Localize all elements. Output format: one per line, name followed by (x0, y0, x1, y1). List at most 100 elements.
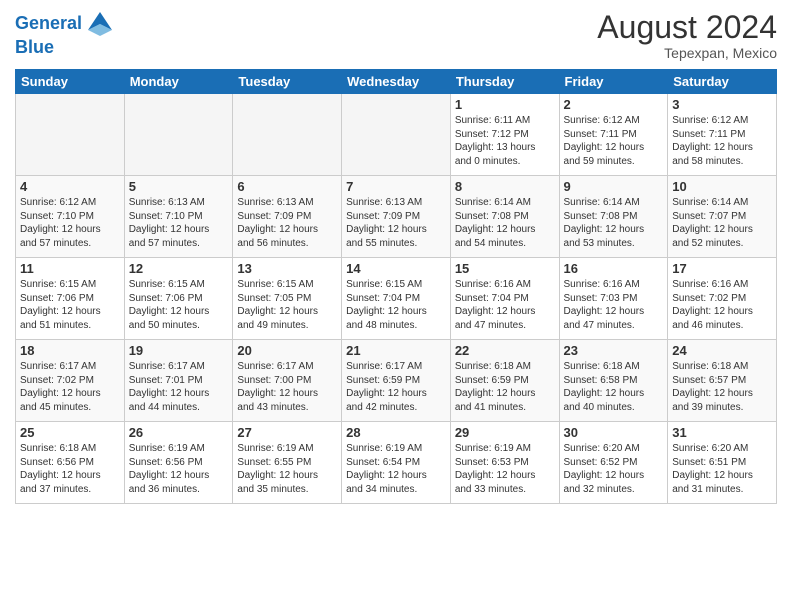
day-info: Sunrise: 6:15 AM Sunset: 7:05 PM Dayligh… (237, 278, 337, 332)
day-info: Sunrise: 6:19 AM Sunset: 6:56 PM Dayligh… (129, 442, 229, 496)
day-number: 17 (672, 261, 772, 276)
table-row: 11 Sunrise: 6:15 AM Sunset: 7:06 PM Dayli… (16, 258, 125, 340)
day-number: 16 (564, 261, 664, 276)
day-number: 13 (237, 261, 337, 276)
table-row: 7Sunrise: 6:13 AM Sunset: 7:09 PM Daylig… (342, 176, 451, 258)
day-number: 22 (455, 343, 555, 358)
table-row: 2Sunrise: 6:12 AM Sunset: 7:11 PM Daylig… (559, 94, 668, 176)
day-info: Sunrise: 6:20 AM Sunset: 6:52 PM Dayligh… (564, 442, 664, 496)
calendar-week-3: 11 Sunrise: 6:15 AM Sunset: 7:06 PM Dayli… (16, 258, 777, 340)
table-row: 26 Sunrise: 6:19 AM Sunset: 6:56 PM Dayli… (124, 422, 233, 504)
day-number: 21 (346, 343, 446, 358)
day-info: Sunrise: 6:17 AM Sunset: 7:01 PM Dayligh… (129, 360, 229, 414)
logo-blue: Blue (15, 38, 114, 58)
day-number: 24 (672, 343, 772, 358)
day-number: 6 (237, 179, 337, 194)
day-number: 31 (672, 425, 772, 440)
calendar-week-1: 1Sunrise: 6:11 AM Sunset: 7:12 PM Daylig… (16, 94, 777, 176)
table-row: 4 Sunrise: 6:12 AM Sunset: 7:10 PM Daylig… (16, 176, 125, 258)
day-info: Sunrise: 6:19 AM Sunset: 6:55 PM Dayligh… (237, 442, 337, 496)
table-row: 16 Sunrise: 6:16 AM Sunset: 7:03 PM Dayli… (559, 258, 668, 340)
day-info: Sunrise: 6:16 AM Sunset: 7:02 PM Dayligh… (672, 278, 772, 332)
day-info: Sunrise: 6:18 AM Sunset: 6:59 PM Dayligh… (455, 360, 555, 414)
table-row: 18Sunrise: 6:17 AM Sunset: 7:02 PM Dayli… (16, 340, 125, 422)
table-row: 10 Sunrise: 6:14 AM Sunset: 7:07 PM Dayli… (668, 176, 777, 258)
day-info: Sunrise: 6:19 AM Sunset: 6:54 PM Dayligh… (346, 442, 446, 496)
calendar-week-2: 4 Sunrise: 6:12 AM Sunset: 7:10 PM Daylig… (16, 176, 777, 258)
logo-text: General (15, 14, 82, 34)
day-number: 23 (564, 343, 664, 358)
table-row: 24 Sunrise: 6:18 AM Sunset: 6:57 PM Dayli… (668, 340, 777, 422)
day-info: Sunrise: 6:14 AM Sunset: 7:08 PM Dayligh… (564, 196, 664, 250)
day-info: Sunrise: 6:18 AM Sunset: 6:58 PM Dayligh… (564, 360, 664, 414)
calendar-week-4: 18Sunrise: 6:17 AM Sunset: 7:02 PM Dayli… (16, 340, 777, 422)
table-row: 14Sunrise: 6:15 AM Sunset: 7:04 PM Dayli… (342, 258, 451, 340)
table-row: 8 Sunrise: 6:14 AM Sunset: 7:08 PM Daylig… (450, 176, 559, 258)
table-row (342, 94, 451, 176)
day-number: 14 (346, 261, 446, 276)
day-number: 11 (20, 261, 120, 276)
location-subtitle: Tepexpan, Mexico (597, 45, 777, 61)
calendar-week-5: 25 Sunrise: 6:18 AM Sunset: 6:56 PM Dayli… (16, 422, 777, 504)
day-number: 29 (455, 425, 555, 440)
page-container: General Blue August 2024 Tepexpan, Mexic… (0, 0, 792, 514)
table-row: 13 Sunrise: 6:15 AM Sunset: 7:05 PM Dayli… (233, 258, 342, 340)
table-row: 12 Sunrise: 6:15 AM Sunset: 7:06 PM Dayli… (124, 258, 233, 340)
day-info: Sunrise: 6:20 AM Sunset: 6:51 PM Dayligh… (672, 442, 772, 496)
table-row: 19 Sunrise: 6:17 AM Sunset: 7:01 PM Dayli… (124, 340, 233, 422)
day-number: 2 (564, 97, 664, 112)
day-info: Sunrise: 6:16 AM Sunset: 7:03 PM Dayligh… (564, 278, 664, 332)
day-info: Sunrise: 6:17 AM Sunset: 7:00 PM Dayligh… (237, 360, 337, 414)
day-number: 4 (20, 179, 120, 194)
day-info: Sunrise: 6:17 AM Sunset: 6:59 PM Dayligh… (346, 360, 446, 414)
table-row: 23 Sunrise: 6:18 AM Sunset: 6:58 PM Dayli… (559, 340, 668, 422)
day-number: 28 (346, 425, 446, 440)
table-row: 5Sunrise: 6:13 AM Sunset: 7:10 PM Daylig… (124, 176, 233, 258)
calendar-header-row: Sunday Monday Tuesday Wednesday Thursday… (16, 70, 777, 94)
day-info: Sunrise: 6:18 AM Sunset: 6:56 PM Dayligh… (20, 442, 120, 496)
table-row: 17 Sunrise: 6:16 AM Sunset: 7:02 PM Dayli… (668, 258, 777, 340)
table-row: 22 Sunrise: 6:18 AM Sunset: 6:59 PM Dayli… (450, 340, 559, 422)
day-number: 20 (237, 343, 337, 358)
table-row (124, 94, 233, 176)
table-row (16, 94, 125, 176)
col-sunday: Sunday (16, 70, 125, 94)
table-row: 9 Sunrise: 6:14 AM Sunset: 7:08 PM Daylig… (559, 176, 668, 258)
day-info: Sunrise: 6:14 AM Sunset: 7:07 PM Dayligh… (672, 196, 772, 250)
col-monday: Monday (124, 70, 233, 94)
calendar-table: Sunday Monday Tuesday Wednesday Thursday… (15, 69, 777, 504)
day-number: 25 (20, 425, 120, 440)
day-number: 9 (564, 179, 664, 194)
day-number: 26 (129, 425, 229, 440)
day-info: Sunrise: 6:19 AM Sunset: 6:53 PM Dayligh… (455, 442, 555, 496)
table-row: 6 Sunrise: 6:13 AM Sunset: 7:09 PM Daylig… (233, 176, 342, 258)
day-info: Sunrise: 6:13 AM Sunset: 7:09 PM Dayligh… (237, 196, 337, 250)
day-number: 12 (129, 261, 229, 276)
day-info: Sunrise: 6:15 AM Sunset: 7:06 PM Dayligh… (129, 278, 229, 332)
day-info: Sunrise: 6:17 AM Sunset: 7:02 PM Dayligh… (20, 360, 120, 414)
day-info: Sunrise: 6:13 AM Sunset: 7:09 PM Dayligh… (346, 196, 446, 250)
logo-general: General (15, 13, 82, 33)
day-number: 10 (672, 179, 772, 194)
day-number: 19 (129, 343, 229, 358)
table-row: 25 Sunrise: 6:18 AM Sunset: 6:56 PM Dayli… (16, 422, 125, 504)
day-info: Sunrise: 6:12 AM Sunset: 7:10 PM Dayligh… (20, 196, 120, 250)
day-info: Sunrise: 6:15 AM Sunset: 7:06 PM Dayligh… (20, 278, 120, 332)
table-row: 31 Sunrise: 6:20 AM Sunset: 6:51 PM Dayli… (668, 422, 777, 504)
day-info: Sunrise: 6:14 AM Sunset: 7:08 PM Dayligh… (455, 196, 555, 250)
table-row: 29 Sunrise: 6:19 AM Sunset: 6:53 PM Dayli… (450, 422, 559, 504)
col-saturday: Saturday (668, 70, 777, 94)
table-row: 15Sunrise: 6:16 AM Sunset: 7:04 PM Dayli… (450, 258, 559, 340)
table-row: 3Sunrise: 6:12 AM Sunset: 7:11 PM Daylig… (668, 94, 777, 176)
day-info: Sunrise: 6:12 AM Sunset: 7:11 PM Dayligh… (672, 114, 772, 168)
table-row: 28 Sunrise: 6:19 AM Sunset: 6:54 PM Dayli… (342, 422, 451, 504)
title-block: August 2024 Tepexpan, Mexico (597, 10, 777, 61)
logo: General Blue (15, 10, 114, 58)
table-row: 1Sunrise: 6:11 AM Sunset: 7:12 PM Daylig… (450, 94, 559, 176)
day-number: 5 (129, 179, 229, 194)
day-number: 8 (455, 179, 555, 194)
table-row: 30Sunrise: 6:20 AM Sunset: 6:52 PM Dayli… (559, 422, 668, 504)
day-info: Sunrise: 6:18 AM Sunset: 6:57 PM Dayligh… (672, 360, 772, 414)
logo-icon (86, 10, 114, 38)
day-info: Sunrise: 6:11 AM Sunset: 7:12 PM Dayligh… (455, 114, 555, 168)
